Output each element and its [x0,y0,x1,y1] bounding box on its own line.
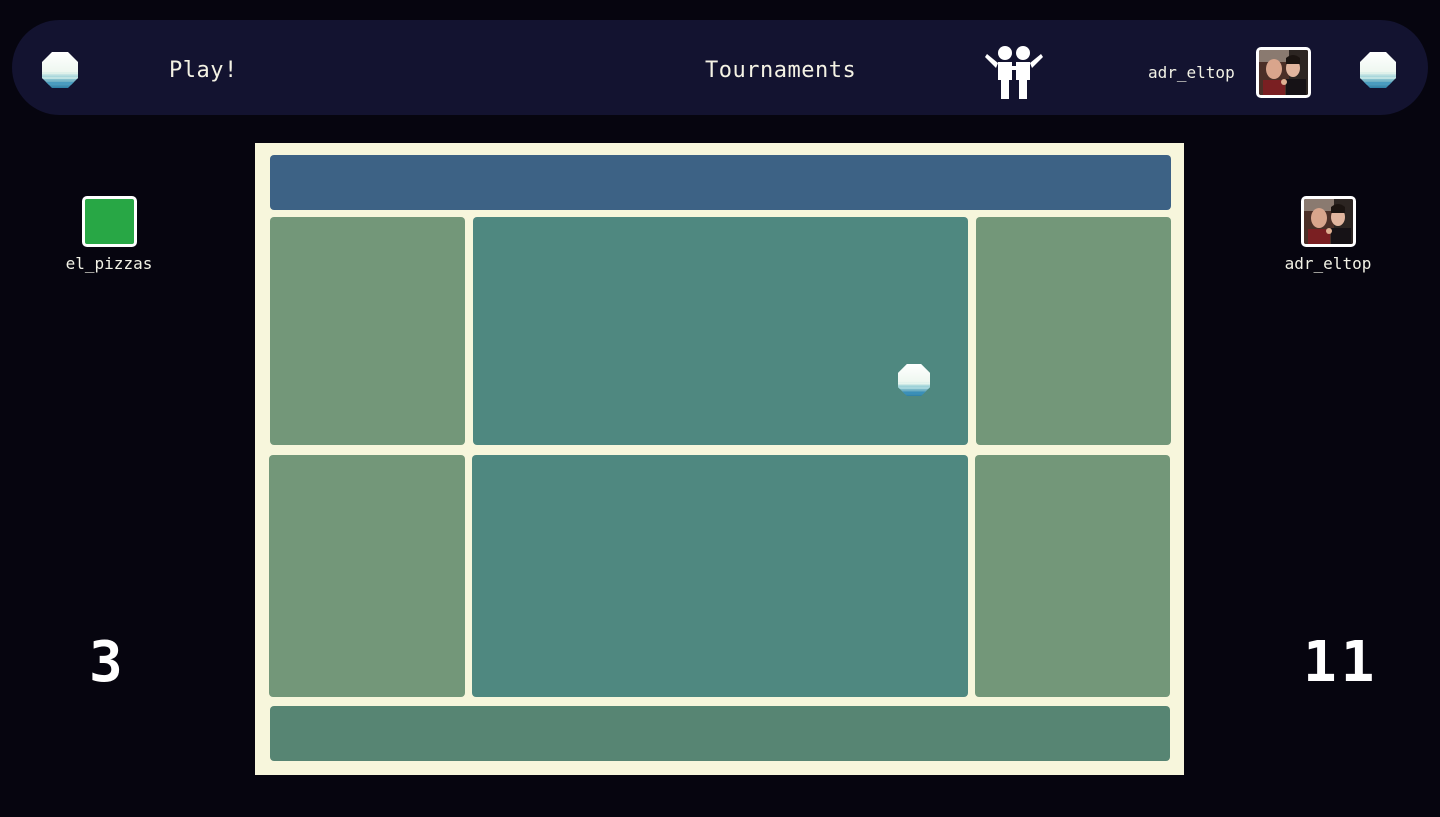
game-court [255,143,1184,775]
left-player-score: 3 [89,630,127,695]
home-logo-icon[interactable] [42,52,78,88]
right-player-name: adr_eltop [1284,254,1372,273]
right-player-score: 11 [1303,630,1379,695]
court-zone-bottom-center [472,455,968,697]
court-zone-top-left [270,217,465,445]
court-bottom-band [270,706,1170,761]
court-zone-bottom-left [269,455,465,697]
left-player-avatar [82,196,137,247]
game-screen: Play! Tournaments adr_eltop el_pizzas 3 … [0,0,1440,817]
top-navbar: Play! Tournaments adr_eltop [12,20,1428,115]
nav-tournaments-link[interactable]: Tournaments [705,58,856,83]
user-avatar[interactable] [1256,47,1311,98]
right-player-avatar [1301,196,1356,247]
nav-play-link[interactable]: Play! [169,58,238,83]
nav-username[interactable]: adr_eltop [1148,63,1235,82]
court-zone-top-right [976,217,1171,445]
logo-ball-icon[interactable] [1360,52,1396,88]
court-top-band [270,155,1171,210]
court-zone-top-center [473,217,968,445]
left-player-name: el_pizzas [65,254,153,273]
game-ball-icon [898,364,930,396]
court-zone-bottom-right [975,455,1170,697]
friends-icon[interactable] [984,44,1044,100]
